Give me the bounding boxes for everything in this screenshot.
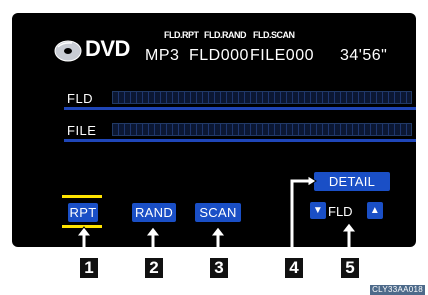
callout-2: 2: [145, 258, 163, 278]
callout-arrow: [76, 226, 92, 247]
callout-arrow: [341, 222, 357, 247]
callout-4: 4: [285, 258, 303, 278]
callout-arrow: [210, 226, 226, 247]
callout-3: 3: [210, 258, 228, 278]
flag-repeat: FLD.RPT: [164, 30, 199, 40]
folder-name-bar: [112, 91, 412, 104]
detail-button[interactable]: DETAIL: [314, 172, 390, 191]
callout-arrow: [289, 175, 317, 247]
folder-select-label: FLD: [328, 204, 353, 219]
disc-icon: [54, 40, 82, 62]
format-label: MP3: [145, 47, 180, 64]
active-indicator-top: [62, 195, 102, 198]
triangle-up-icon: ▲: [369, 205, 381, 216]
file-name-bar: [112, 123, 412, 136]
callout-arrow: [145, 226, 161, 247]
separator: [64, 139, 416, 142]
flag-random: FLD.RAND: [204, 30, 247, 40]
random-button[interactable]: RAND: [132, 203, 176, 222]
callout-5: 5: [341, 258, 359, 278]
repeat-button[interactable]: RPT: [68, 203, 98, 222]
scan-button[interactable]: SCAN: [195, 203, 241, 222]
folder-number: FLD000: [189, 47, 249, 64]
folder-up-button[interactable]: ▲: [367, 202, 383, 219]
file-number: FILE000: [250, 47, 314, 64]
folder-row-label: FLD: [67, 91, 94, 106]
flag-scan: FLD.SCAN: [253, 30, 295, 40]
source-label: DVD: [85, 36, 130, 61]
image-code: CLY33AA018: [370, 285, 425, 295]
elapsed-time: 34'56": [340, 47, 388, 64]
callout-1: 1: [80, 258, 98, 278]
file-row-label: FILE: [67, 123, 97, 138]
audio-screen: DVD FLD.RPT FLD.RAND FLD.SCAN MP3 FLD000…: [12, 13, 416, 247]
separator: [64, 107, 416, 110]
